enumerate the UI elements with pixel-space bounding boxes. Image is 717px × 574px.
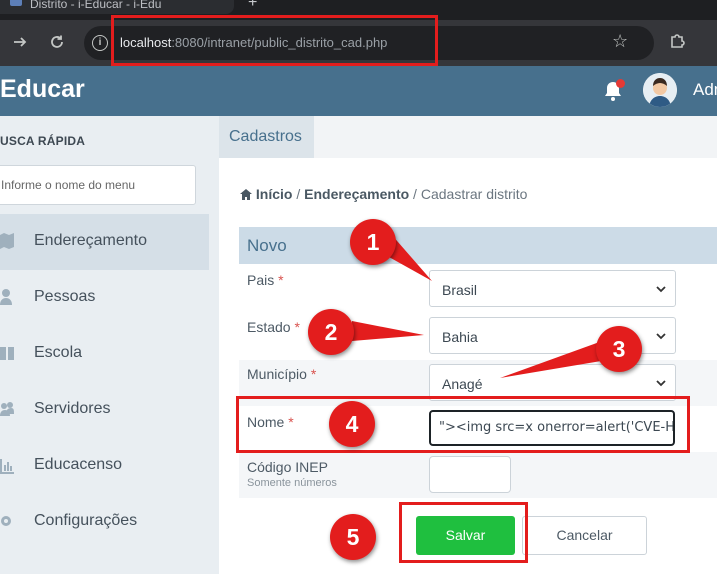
site-info-icon[interactable]: i — [92, 35, 108, 51]
url-highlight-box — [111, 15, 438, 66]
sidebar-item-label: Educacenso — [34, 456, 123, 473]
map-icon — [0, 233, 14, 249]
chevron-down-icon — [656, 286, 666, 293]
inep-label: Código INEP — [247, 459, 328, 475]
sidebar-item-label: Escola — [34, 344, 83, 361]
pais-label: Pais * — [247, 272, 284, 288]
bar-chart-icon — [0, 459, 14, 474]
breadcrumb-home-link[interactable]: Início — [256, 186, 293, 202]
municipio-label: Município * — [247, 366, 317, 382]
estado-selected-value: Bahia — [442, 329, 478, 345]
municipio-selected-value: Anagé — [442, 376, 483, 392]
browser-tab[interactable]: Distrito - i-Educar - i-Edu — [0, 0, 234, 14]
breadcrumb-section-link[interactable]: Endereçamento — [304, 186, 409, 202]
person-icon — [0, 289, 12, 305]
inep-input[interactable] — [429, 456, 511, 493]
book-icon — [0, 347, 14, 360]
sidebar-item-educacenso[interactable]: Educacenso — [0, 438, 209, 494]
user-avatar[interactable] — [643, 73, 677, 107]
notification-dot — [616, 79, 625, 88]
screenshot-root: Distrito - i-Educar - i-Edu + i localhos… — [0, 0, 717, 574]
breadcrumb-separator: / — [292, 186, 305, 202]
sidebar-item-enderecamento[interactable]: Endereçamento — [0, 214, 209, 270]
browser-tab-title: Distrito - i-Educar - i-Edu — [30, 0, 162, 11]
new-tab-button[interactable]: + — [248, 0, 257, 12]
breadcrumb: Início / Endereçamento / Cadastrar distr… — [240, 186, 527, 202]
breadcrumb-current: Cadastrar distrito — [420, 186, 528, 202]
user-name[interactable]: Adm — [693, 80, 717, 100]
forward-icon[interactable] — [8, 30, 32, 54]
estado-label: Estado * — [247, 319, 300, 335]
tab-favicon-icon — [10, 0, 22, 6]
chevron-down-icon — [656, 380, 666, 387]
step-badge-2: 2 — [308, 309, 354, 355]
reload-icon[interactable] — [45, 30, 69, 54]
step-badge-3: 3 — [596, 326, 642, 372]
sidebar-item-escola[interactable]: Escola — [0, 326, 209, 382]
step-badge-1: 1 — [350, 219, 396, 265]
pais-selected-value: Brasil — [442, 282, 478, 298]
sidebar-item-servidores[interactable]: Servidores — [0, 382, 209, 438]
app-header: Educar Adm — [0, 66, 717, 116]
sidebar-item-configuracoes[interactable]: Configurações — [0, 494, 209, 550]
gear-icon — [1, 516, 11, 526]
form-title: Novo — [247, 236, 287, 255]
cancel-button[interactable]: Cancelar — [522, 516, 647, 555]
sidebar-item-label: Endereçamento — [34, 232, 147, 249]
sidebar-item-pessoas[interactable]: Pessoas — [0, 270, 209, 326]
sidebar-item-label: Pessoas — [34, 288, 96, 305]
bookmark-star-icon[interactable]: ☆ — [612, 31, 628, 52]
inep-hint: Somente números — [247, 477, 337, 489]
quick-search-label: USCA RÁPIDA — [0, 134, 86, 148]
step-badge-5: 5 — [330, 514, 376, 560]
sidebar-item-label: Configurações — [34, 512, 138, 529]
main-tab-bar: Cadastros — [219, 116, 717, 158]
tab-cadastros[interactable]: Cadastros — [219, 116, 314, 158]
arrow-2-pointer — [352, 321, 424, 341]
nome-highlight-box — [236, 396, 690, 453]
home-icon — [240, 189, 252, 200]
menu-search-input[interactable] — [0, 165, 196, 205]
form-header: Novo — [239, 227, 717, 264]
pais-select[interactable]: Brasil — [429, 270, 676, 307]
sidebar-item-label: Servidores — [34, 400, 111, 417]
breadcrumb-separator: / — [409, 186, 421, 202]
brand-logo-text[interactable]: Educar — [0, 75, 85, 104]
users-icon — [0, 402, 14, 416]
extensions-icon[interactable] — [666, 30, 688, 52]
chevron-down-icon — [656, 333, 666, 340]
save-highlight-box — [399, 502, 528, 563]
step-badge-4: 4 — [329, 401, 375, 447]
sidebar: USCA RÁPIDA Endereçamento Pessoas Escola… — [0, 116, 219, 574]
